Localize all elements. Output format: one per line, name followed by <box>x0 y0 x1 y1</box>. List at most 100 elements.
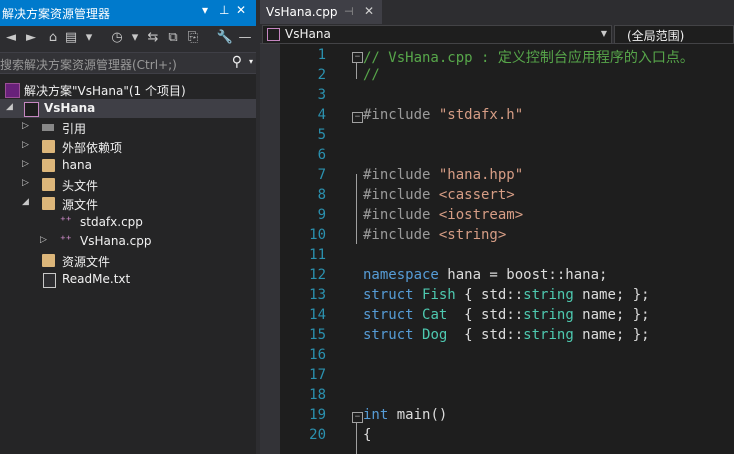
collapse-region-icon[interactable]: − <box>352 412 363 423</box>
collapsed-arrow-icon[interactable]: ▷ <box>22 159 29 169</box>
line-number: 2 <box>317 67 326 83</box>
chevron-down-icon[interactable]: ▾ <box>126 29 144 47</box>
tree-item-source-files[interactable]: ◢ 源文件 <box>0 194 256 213</box>
line-number: 18 <box>309 387 326 403</box>
code-token: name; }; <box>573 307 650 323</box>
solution-explorer-title-bar: 解决方案资源管理器 ▾ ⊥ ✕ <box>0 0 256 26</box>
code-token: main() <box>388 407 448 423</box>
code-token: name; }; <box>573 327 650 343</box>
line-number: 16 <box>309 347 326 363</box>
code-token: #include <box>363 187 439 203</box>
preview-icon[interactable]: — <box>236 29 254 47</box>
tree-item-external-dependencies[interactable]: ▷ 外部依赖项 <box>0 137 256 156</box>
pin-icon[interactable]: ⊣ <box>344 5 354 18</box>
dropdown-icon[interactable]: ▾ <box>202 3 208 17</box>
scope-dropdown[interactable]: (全局范围) <box>614 25 734 44</box>
close-icon[interactable]: ✕ <box>364 4 374 18</box>
tree-item-resource-files[interactable]: 资源文件 <box>0 251 256 270</box>
fold-guide <box>356 423 357 454</box>
collapsed-arrow-icon[interactable]: ▷ <box>40 235 47 245</box>
line-number: 9 <box>317 207 326 223</box>
history-icon[interactable]: ◷ <box>108 29 126 47</box>
solution-view-icon[interactable]: ▤ <box>62 29 80 47</box>
tree-item-project[interactable]: ◢ VsHana <box>0 99 256 118</box>
code-line[interactable]: struct Cat { std::string name; }; <box>363 307 650 323</box>
forward-icon[interactable]: ► <box>22 29 40 47</box>
back-icon[interactable]: ◄ <box>2 29 20 47</box>
tree-item-solution[interactable]: 解决方案"VsHana"(1 个项目) <box>0 80 256 99</box>
tree-item-label: 头文件 <box>62 179 99 193</box>
code-line[interactable]: #include <cassert> <box>363 187 515 203</box>
tab-vshana-cpp[interactable]: VsHana.cpp ⊣ ✕ <box>260 0 382 24</box>
code-token: hana = boost::hana; <box>438 267 608 283</box>
line-number: 11 <box>309 247 326 263</box>
line-number: 6 <box>317 147 326 163</box>
tree-item-label: VsHana.cpp <box>80 234 152 248</box>
expanded-arrow-icon[interactable]: ◢ <box>6 102 13 112</box>
home-icon[interactable]: ⌂ <box>44 29 62 47</box>
code-token: <iostream> <box>438 207 524 223</box>
search-icon[interactable]: ⚲ <box>232 54 242 70</box>
tree-item-references[interactable]: ▷ 引用 <box>0 118 256 137</box>
code-token: #include <box>363 207 439 223</box>
code-line[interactable]: #include <iostream> <box>363 207 523 223</box>
editor-tab-strip: VsHana.cpp ⊣ ✕ <box>260 0 734 24</box>
code-editor[interactable]: − − − 1 // VsHana.cpp : 定义控制台应用程序的入口点。 2 //… <box>280 44 734 454</box>
chevron-down-icon[interactable]: ▾ <box>80 29 98 47</box>
line-number: 8 <box>317 187 326 203</box>
close-icon[interactable]: ✕ <box>236 3 246 17</box>
cpp-project-icon <box>24 102 39 117</box>
tab-label: VsHana.cpp <box>266 5 338 19</box>
code-token: { std:: <box>447 307 524 323</box>
code-line[interactable]: #include "hana.hpp" <box>363 167 523 183</box>
external-dependencies-icon <box>42 140 55 153</box>
line-number: 20 <box>309 427 326 443</box>
folder-icon <box>42 178 55 191</box>
code-line[interactable]: struct Dog { std::string name; }; <box>363 327 650 343</box>
code-token: Fish <box>422 287 456 303</box>
collapse-all-icon[interactable]: ⧉ <box>164 29 182 47</box>
code-line[interactable]: #include <string> <box>363 227 506 243</box>
project-dropdown[interactable]: VsHana ▼ <box>262 25 612 44</box>
sync-icon[interactable]: ⇆ <box>144 29 162 47</box>
tree-item-hana[interactable]: ▷ hana <box>0 156 256 175</box>
show-all-files-icon[interactable]: ⎘ <box>184 29 202 47</box>
cpp-file-icon: ⁺⁺ <box>60 233 72 246</box>
tree-item-vshana-cpp[interactable]: ▷ ⁺⁺ VsHana.cpp <box>0 232 256 251</box>
pin-icon[interactable]: ⊥ <box>219 3 229 17</box>
code-token: <string> <box>438 227 507 243</box>
chevron-down-icon[interactable]: ▼ <box>601 29 607 38</box>
properties-icon[interactable]: 🔧 <box>216 29 234 47</box>
code-token: int <box>363 407 389 423</box>
code-line[interactable]: { <box>363 427 371 443</box>
code-line[interactable]: struct Fish { std::string name; }; <box>363 287 650 303</box>
collapsed-arrow-icon[interactable]: ▷ <box>22 140 29 150</box>
tree-item-stdafx-cpp[interactable]: ⁺⁺ stdafx.cpp <box>0 213 256 232</box>
expanded-arrow-icon[interactable]: ◢ <box>22 197 29 207</box>
collapse-region-icon[interactable]: − <box>352 112 363 123</box>
code-line[interactable]: // VsHana.cpp : 定义控制台应用程序的入口点。 <box>363 47 694 67</box>
search-input[interactable]: 搜索解决方案资源管理器(Ctrl+;) <box>0 56 177 73</box>
code-line[interactable]: namespace hana = boost::hana; <box>363 267 607 283</box>
code-token: "hana.hpp" <box>438 167 524 183</box>
code-line[interactable]: int main() <box>363 407 447 423</box>
tree-item-header-files[interactable]: ▷ 头文件 <box>0 175 256 194</box>
solution-search-box[interactable]: 搜索解决方案资源管理器(Ctrl+;) ⚲ ▾ <box>0 52 256 74</box>
code-token: string <box>523 307 574 323</box>
collapsed-arrow-icon[interactable]: ▷ <box>22 121 29 131</box>
code-line[interactable]: // <box>363 67 380 83</box>
fold-guide <box>356 63 357 79</box>
code-token: namespace <box>363 267 439 283</box>
folder-icon <box>42 159 55 172</box>
code-token: { std:: <box>447 327 524 343</box>
code-token: // VsHana.cpp : 定义控制台应用程序的入口点。 <box>363 50 694 66</box>
collapsed-arrow-icon[interactable]: ▷ <box>22 178 29 188</box>
code-line[interactable]: #include "stdafx.h" <box>363 107 523 123</box>
tree-item-readme[interactable]: ReadMe.txt <box>0 270 256 289</box>
collapse-region-icon[interactable]: − <box>352 52 363 63</box>
code-token: struct <box>363 287 414 303</box>
tree-item-label: 源文件 <box>62 198 99 212</box>
chevron-down-icon[interactable]: ▾ <box>249 57 253 66</box>
